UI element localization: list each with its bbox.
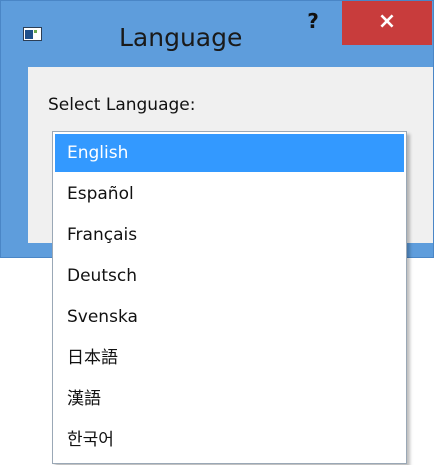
title-bar[interactable]: Language ? ×	[1, 1, 433, 61]
language-option-german[interactable]: Deutsch	[55, 257, 404, 295]
help-button[interactable]: ?	[291, 1, 335, 45]
language-dropdown-list[interactable]: English Español Français Deutsch Svenska…	[52, 131, 407, 464]
language-option-korean[interactable]: 한국어	[55, 421, 404, 459]
language-option-french[interactable]: Français	[55, 216, 404, 254]
window-title: Language	[119, 23, 243, 52]
close-button[interactable]: ×	[342, 1, 432, 45]
app-icon	[23, 27, 42, 41]
close-icon: ×	[377, 9, 397, 34]
language-option-japanese[interactable]: 日本語	[55, 339, 404, 377]
language-option-spanish[interactable]: Español	[55, 175, 404, 213]
select-language-label: Select Language:	[48, 95, 196, 115]
language-option-english[interactable]: English	[55, 134, 404, 172]
language-option-swedish[interactable]: Svenska	[55, 298, 404, 336]
language-option-chinese[interactable]: 漢語	[55, 380, 404, 418]
